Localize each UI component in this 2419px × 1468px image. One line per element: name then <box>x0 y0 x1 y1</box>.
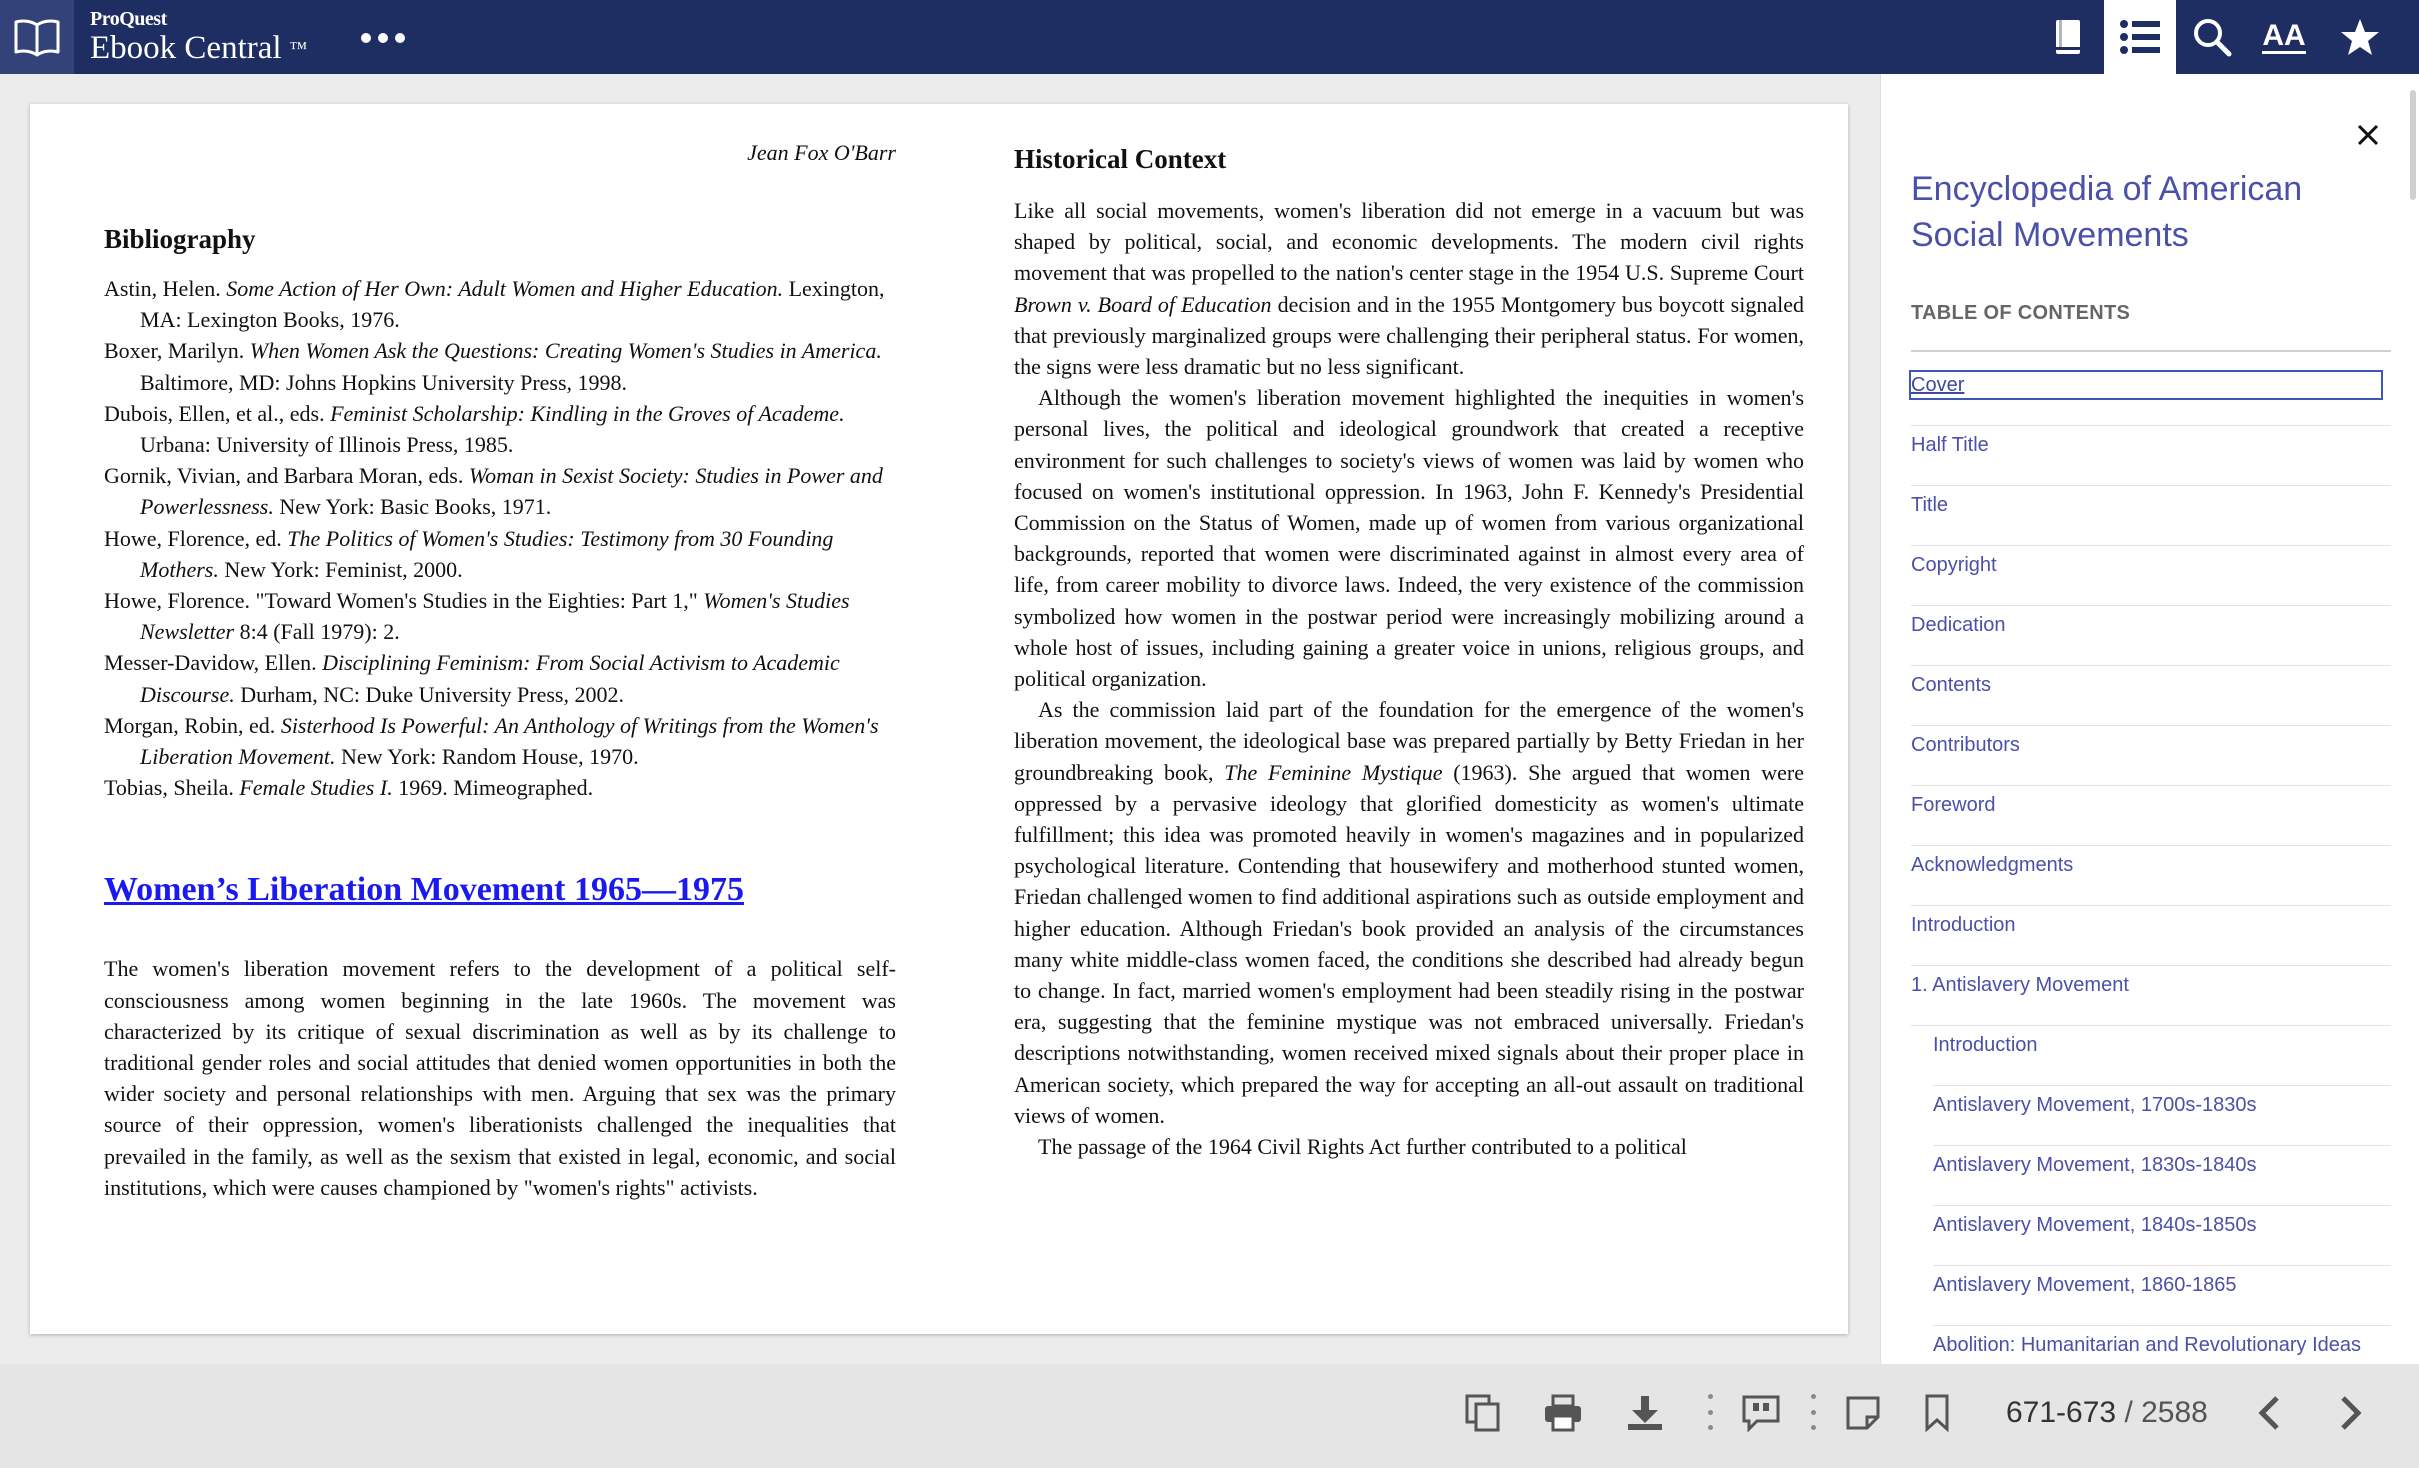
toc-item[interactable]: 1. Antislavery Movement <box>1911 966 2391 1026</box>
toc-heading: TABLE OF CONTENTS <box>1911 302 2131 324</box>
text-size-glyph: AA <box>2262 18 2306 54</box>
star-icon[interactable] <box>2324 0 2396 74</box>
toc-item[interactable]: Foreword <box>1911 786 2391 846</box>
toc-item[interactable]: Title <box>1911 486 2391 546</box>
paragraph: As the commission laid part of the found… <box>1014 697 1805 1128</box>
separator <box>1707 1394 1713 1430</box>
toc-item[interactable]: Cover <box>1909 366 2391 426</box>
page-total: 2588 <box>2141 1396 2208 1429</box>
brand-logo[interactable]: ProQuest Ebook Central ™ <box>90 8 307 66</box>
reader-area: Jean Fox O'Barr Bibliography Astin, Hele… <box>0 74 1880 1364</box>
historical-context-heading: Historical Context <box>1014 144 1227 174</box>
toc-item[interactable]: Introduction <box>1911 906 2391 966</box>
toc-item[interactable]: Contributors <box>1911 726 2391 786</box>
bibliography-entry: Howe, Florence. "Toward Women's Studies … <box>104 588 850 645</box>
toc-item[interactable]: Copyright <box>1911 546 2391 606</box>
paragraph: Like all social movements, women's liber… <box>1014 198 1804 380</box>
bibliography-entry: Morgan, Robin, ed. Sisterhood Is Powerfu… <box>104 712 879 770</box>
book-icon[interactable] <box>2032 0 2104 74</box>
bibliography-list: Astin, Helen. Some Action of Her Own: Ad… <box>104 273 896 803</box>
toc-item[interactable]: Introduction <box>1933 1026 2391 1086</box>
brand-main: Ebook Central <box>90 30 282 66</box>
bibliography-entry: Gornik, Vivian, and Barbara Moran, eds. … <box>104 463 883 520</box>
close-icon[interactable] <box>2351 118 2385 152</box>
running-head: Jean Fox O'Barr <box>747 140 896 165</box>
bibliography-entry: Astin, Helen. Some Action of Her Own: Ad… <box>104 276 885 333</box>
page-indicator: 671-673 / 2588 <box>2006 1396 2208 1429</box>
book-page: Jean Fox O'Barr Bibliography Astin, Hele… <box>30 104 1848 1334</box>
bibliography-entry: Tobias, Sheila. Female Studies I. 1969. … <box>104 775 594 801</box>
citation-icon[interactable] <box>1738 1390 1784 1436</box>
toc-item[interactable]: Half Title <box>1911 426 2391 486</box>
toc-item[interactable]: Antislavery Movement, 1830s-1840s <box>1933 1146 2391 1206</box>
toc-item[interactable]: Contents <box>1911 666 2391 726</box>
brand-tm: ™ <box>289 38 308 58</box>
divider <box>1911 350 2391 352</box>
bibliography-heading: Bibliography <box>104 224 256 254</box>
top-bar: ProQuest Ebook Central ™ AA <box>0 0 2419 94</box>
note-icon[interactable] <box>1840 1390 1886 1436</box>
copy-icon[interactable] <box>1460 1390 1506 1436</box>
download-icon[interactable] <box>1622 1390 1668 1436</box>
brand-top: ProQuest <box>90 8 167 30</box>
left-column: Jean Fox O'Barr Bibliography Astin, Hele… <box>104 134 896 1203</box>
bottom-toolbar: 671-673 / 2588 <box>0 1364 2419 1468</box>
toc-panel: Encyclopedia of American Social Movement… <box>1880 74 2419 1364</box>
article-intro: The women's liberation movement refers t… <box>104 956 896 1200</box>
toc-list: Cover Half Title Title Copyright Dedication C… <box>1909 366 2391 1364</box>
more-dots-icon[interactable] <box>356 18 410 58</box>
toc-scrollbar[interactable] <box>2410 90 2416 200</box>
toc-item[interactable]: Antislavery Movement, 1860-1865 <box>1933 1266 2391 1326</box>
bookmark-icon[interactable] <box>1914 1390 1960 1436</box>
book-title[interactable]: Encyclopedia of American Social Movement… <box>1911 166 2351 258</box>
right-column: Historical Context Like all social movem… <box>1014 134 1804 1162</box>
next-page-icon[interactable] <box>2328 1390 2374 1436</box>
page-range: 671-673 <box>2006 1396 2117 1429</box>
toc-item[interactable]: Abolition: Humanitarian and Revolutionar… <box>1933 1326 2391 1364</box>
prev-page-icon[interactable] <box>2246 1390 2292 1436</box>
text-size-icon[interactable]: AA <box>2248 0 2320 74</box>
bibliography-entry: Howe, Florence, ed. The Politics of Wome… <box>104 525 834 582</box>
list-icon[interactable] <box>2104 0 2176 94</box>
separator <box>1810 1394 1816 1430</box>
article-title-link[interactable]: Women’s Liberation Movement 1965—1975 <box>104 871 896 909</box>
bibliography-entry: Boxer, Marilyn. When Women Ask the Quest… <box>104 338 882 395</box>
paragraph: Although the women's liberation movement… <box>1014 385 1804 692</box>
paragraph: The passage of the 1964 Civil Rights Act… <box>1038 1134 1687 1160</box>
toc-item[interactable]: Antislavery Movement, 1840s-1850s <box>1933 1206 2391 1266</box>
toc-item[interactable]: Antislavery Movement, 1700s-1830s <box>1933 1086 2391 1146</box>
search-icon[interactable] <box>2176 0 2248 74</box>
bibliography-entry: Messer-Davidow, Ellen. Disciplining Femi… <box>104 650 840 707</box>
bibliography-entry: Dubois, Ellen, et al., eds. Feminist Sch… <box>104 400 845 458</box>
book-open-icon[interactable] <box>0 0 74 74</box>
toc-item[interactable]: Acknowledgments <box>1911 846 2391 906</box>
print-icon[interactable] <box>1540 1390 1586 1436</box>
toc-item[interactable]: Dedication <box>1911 606 2391 666</box>
